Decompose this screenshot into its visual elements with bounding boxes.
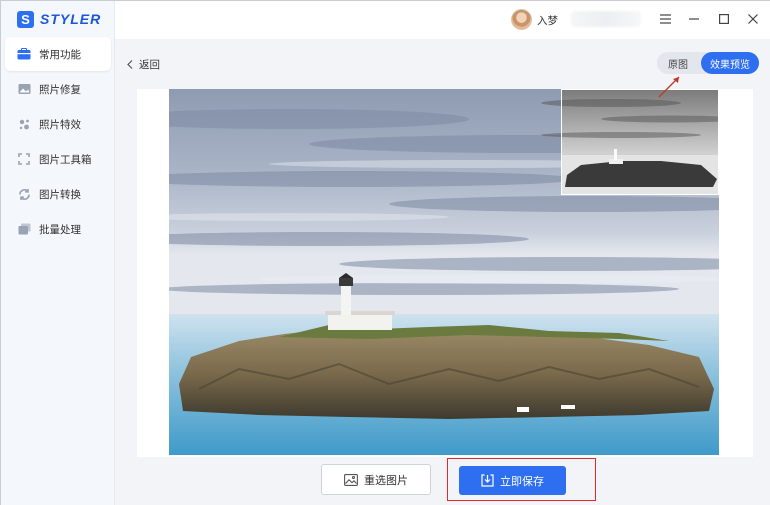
maximize-icon[interactable] <box>716 11 732 27</box>
sidebar-item-batch[interactable]: 批量处理 <box>5 212 111 246</box>
convert-icon <box>17 187 31 201</box>
sparkle-icon <box>17 117 31 131</box>
app-window: S STYLER 常用功能 照片修复 照片特效 图片工具箱 图片转换 批量处理 … <box>0 0 770 505</box>
back-button[interactable]: 返回 <box>127 57 160 72</box>
save-button[interactable]: 立即保存 <box>459 466 566 495</box>
image-icon <box>344 473 358 486</box>
save-label: 立即保存 <box>500 474 544 488</box>
close-icon[interactable] <box>745 11 761 27</box>
annotation-arrow <box>658 76 680 98</box>
reselect-label: 重选图片 <box>364 473 408 487</box>
sidebar-nav: 常用功能 照片修复 照片特效 图片工具箱 图片转换 批量处理 <box>5 37 111 247</box>
sidebar: S STYLER 常用功能 照片修复 照片特效 图片工具箱 图片转换 批量处理 <box>1 1 115 505</box>
preview-image <box>169 89 719 455</box>
sidebar-item-image-toolbox[interactable]: 图片工具箱 <box>5 142 111 176</box>
download-icon <box>481 474 494 487</box>
menu-icon[interactable] <box>657 11 673 27</box>
sidebar-item-label: 常用功能 <box>39 48 81 61</box>
sidebar-item-label: 照片特效 <box>39 118 81 131</box>
preview-stage <box>137 89 753 457</box>
sidebar-item-label: 图片转换 <box>39 188 81 201</box>
original-thumbnail <box>561 89 719 195</box>
logo-text: STYLER <box>40 11 102 27</box>
sidebar-item-photo-repair[interactable]: 照片修复 <box>5 72 111 106</box>
toggle-preview[interactable]: 效果预览 <box>701 52 759 74</box>
sidebar-item-image-convert[interactable]: 图片转换 <box>5 177 111 211</box>
sidebar-item-label: 图片工具箱 <box>39 153 92 166</box>
sidebar-item-label: 照片修复 <box>39 83 81 96</box>
photo-repair-icon <box>17 82 31 96</box>
username[interactable]: 入梦 <box>537 13 558 28</box>
app-logo: S STYLER <box>17 9 101 29</box>
sidebar-item-label: 批量处理 <box>39 223 81 236</box>
logo-badge-icon: S <box>17 10 34 28</box>
reselect-image-button[interactable]: 重选图片 <box>321 464 431 495</box>
chevron-left-icon <box>127 60 133 69</box>
toggle-original[interactable]: 原图 <box>657 52 699 74</box>
toolbox-icon <box>17 47 31 61</box>
crop-frame-icon <box>17 152 31 166</box>
sidebar-item-photo-effects[interactable]: 照片特效 <box>5 107 111 141</box>
main-content: 返回 原图 效果预览 重选图片 立即保存 <box>115 39 770 505</box>
sidebar-item-common[interactable]: 常用功能 <box>5 37 111 71</box>
batch-icon <box>17 222 31 236</box>
minimize-icon[interactable] <box>686 11 702 27</box>
view-toggle: 原图 效果预览 <box>657 52 759 74</box>
back-label: 返回 <box>139 59 160 71</box>
avatar[interactable] <box>511 9 532 30</box>
titlebar: 入梦 <box>115 1 770 39</box>
account-info-redacted <box>571 11 641 27</box>
save-highlight-box: 立即保存 <box>447 458 596 501</box>
